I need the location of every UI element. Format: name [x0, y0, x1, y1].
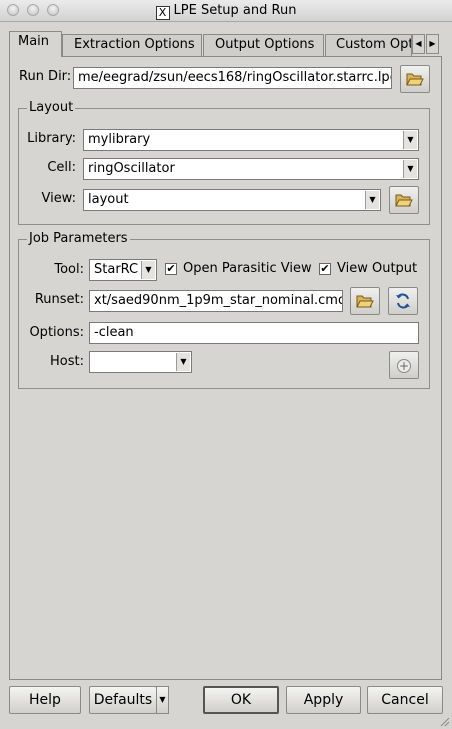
options-label: Options: — [29, 325, 84, 340]
resize-grip-icon[interactable] — [438, 715, 450, 727]
runset-refresh-button[interactable] — [388, 287, 418, 315]
folder-open-icon — [406, 73, 424, 85]
library-value: mylibrary — [88, 132, 151, 147]
cell-label: Cell: — [47, 160, 76, 175]
tab-custom-options[interactable]: Custom Opti — [325, 34, 412, 56]
folder-open-icon — [356, 295, 374, 307]
tool-label: Tool: — [54, 262, 84, 277]
ok-button[interactable]: OK — [203, 686, 279, 714]
tab-scroll-right-icon[interactable]: ▶ — [426, 34, 439, 54]
view-label: View: — [41, 191, 76, 206]
help-button[interactable]: Help — [9, 686, 81, 714]
view-output-checkbox[interactable]: ✔ — [319, 263, 331, 275]
host-label: Host: — [50, 354, 84, 369]
open-parasitic-view-label: Open Parasitic View — [183, 261, 312, 276]
chevron-down-icon[interactable]: ▼ — [365, 191, 379, 209]
host-select[interactable]: ▼ — [89, 351, 192, 373]
tab-extraction-options[interactable]: Extraction Options — [62, 34, 202, 56]
cell-select[interactable]: ringOscillator ▼ — [83, 158, 419, 180]
layout-group-title: Layout — [27, 100, 76, 115]
add-host-button[interactable]: + — [389, 351, 419, 379]
run-dir-browse-button[interactable] — [400, 65, 430, 93]
runset-input[interactable]: xt/saed90nm_1p9m_star_nominal.cmd — [89, 290, 343, 312]
job-parameters-group-title: Job Parameters — [27, 231, 130, 246]
tab-main[interactable]: Main — [9, 31, 62, 57]
defaults-menu-button[interactable]: ▼ — [156, 686, 169, 714]
view-value: layout — [88, 192, 129, 207]
title-bar: X LPE Setup and Run — [0, 0, 452, 22]
run-dir-label: Run Dir: — [19, 69, 72, 84]
runset-label: Runset: — [34, 292, 84, 307]
x11-app-icon: X — [155, 6, 170, 20]
tab-output-options-label: Output Options — [215, 37, 315, 52]
tab-custom-options-label: Custom Opti — [336, 37, 412, 52]
folder-open-icon — [395, 194, 413, 206]
tool-select[interactable]: StarRC ▼ — [89, 259, 157, 281]
library-label: Library: — [27, 131, 76, 146]
library-select[interactable]: mylibrary ▼ — [83, 129, 419, 151]
refresh-icon — [396, 293, 410, 308]
view-output-label: View Output — [337, 261, 418, 276]
options-input[interactable]: -clean — [89, 322, 419, 344]
view-select[interactable]: layout ▼ — [83, 189, 381, 211]
add-icon: + — [397, 358, 411, 373]
run-dir-input[interactable]: me/eegrad/zsun/eecs168/ringOscillator.st… — [73, 67, 392, 89]
cell-value: ringOscillator — [88, 161, 175, 176]
chevron-down-icon[interactable]: ▼ — [141, 261, 155, 279]
tab-scroll-left-icon[interactable]: ◀ — [412, 34, 425, 54]
window-title: LPE Setup and Run — [173, 3, 297, 18]
chevron-down-icon[interactable]: ▼ — [403, 131, 417, 149]
view-browse-button[interactable] — [389, 186, 419, 214]
chevron-down-icon[interactable]: ▼ — [176, 353, 190, 371]
chevron-down-icon[interactable]: ▼ — [403, 160, 417, 178]
window-title-wrap: X LPE Setup and Run — [0, 3, 452, 20]
tool-value: StarRC — [94, 262, 139, 277]
tab-main-label: Main — [18, 34, 50, 49]
defaults-button[interactable]: Defaults — [89, 686, 157, 714]
runset-browse-button[interactable] — [350, 287, 380, 315]
tab-extraction-options-label: Extraction Options — [74, 37, 195, 52]
open-parasitic-view-checkbox[interactable]: ✔ — [165, 263, 177, 275]
tab-output-options[interactable]: Output Options — [203, 34, 324, 56]
cancel-button[interactable]: Cancel — [367, 686, 443, 714]
apply-button[interactable]: Apply — [286, 686, 361, 714]
